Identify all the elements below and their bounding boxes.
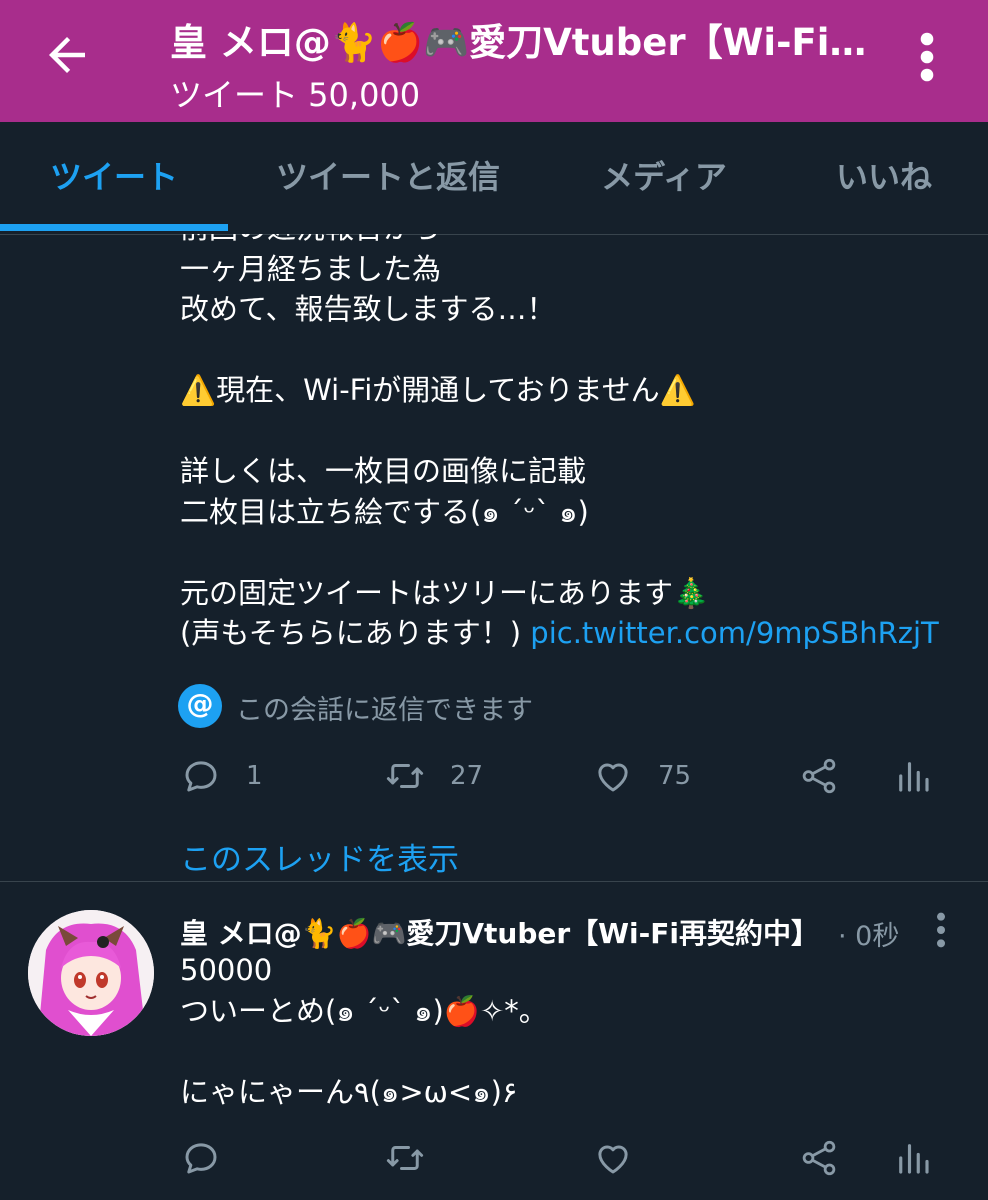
tweet-text: 前回の近況報告から 一ヶ月経ちました為 改めて、報告致しまする…！ ⚠️現在、W… bbox=[180, 234, 970, 654]
page-title: 皇 メロ@🐈🍎🎮愛刀Vtuber【Wi-Fi再契約中】 bbox=[170, 21, 890, 64]
tweet-media-link[interactable]: pic.twitter.com/9mpSBhRzjT bbox=[530, 616, 938, 650]
reply-count: 1 bbox=[246, 761, 263, 791]
like-button[interactable]: 75 bbox=[592, 746, 691, 806]
show-thread-link[interactable]: このスレッドを表示 bbox=[180, 834, 459, 879]
avatar[interactable] bbox=[28, 910, 154, 1036]
tweet-actions: 1 27 75 bbox=[0, 746, 988, 806]
reply-icon bbox=[185, 1143, 217, 1174]
retweet-count: 27 bbox=[450, 761, 484, 791]
retweet-icon bbox=[386, 1146, 424, 1170]
tweet-actions bbox=[0, 1128, 988, 1188]
app-header: 皇 メロ@🐈🍎🎮愛刀Vtuber【Wi-Fi再契約中】 ツイート 50,000 bbox=[0, 0, 988, 122]
tab-tweets-and-replies[interactable]: ツイートと返信 bbox=[228, 122, 548, 232]
back-arrow-icon[interactable] bbox=[40, 28, 94, 82]
retweet-icon bbox=[386, 764, 424, 788]
share-icon bbox=[802, 1140, 836, 1176]
timeline[interactable]: 前回の近況報告から 一ヶ月経ちました為 改めて、報告致しまする…！ ⚠️現在、W… bbox=[0, 234, 988, 1200]
avatar-image bbox=[28, 910, 154, 1036]
like-button[interactable] bbox=[592, 1128, 634, 1188]
tweet-body: 前回の近況報告から 一ヶ月経ちました為 改めて、報告致しまする…！ ⚠️現在、W… bbox=[180, 234, 710, 650]
reply-permission-text: この会話に返信できます bbox=[236, 695, 533, 726]
share-button[interactable] bbox=[798, 746, 840, 806]
reply-icon bbox=[185, 761, 217, 792]
reply-button[interactable]: 1 bbox=[180, 746, 263, 806]
more-vert-icon[interactable] bbox=[912, 30, 942, 84]
tweet-timestamp[interactable]: · 0秒 bbox=[838, 914, 899, 953]
tweet-more-icon[interactable] bbox=[930, 910, 952, 950]
at-mention-icon: @ bbox=[178, 684, 222, 728]
reply-button[interactable] bbox=[180, 1128, 222, 1188]
retweet-button[interactable] bbox=[384, 1128, 426, 1188]
tweet-divider bbox=[0, 881, 988, 882]
tweet-count: ツイート 50,000 bbox=[170, 76, 421, 114]
tweet-text: 50000 ついーとめ(๑ ´ᵕ` ๑)🍎✧*。 にゃにゃーん٩(๑>ω<๑)۶ bbox=[180, 953, 548, 1109]
share-icon bbox=[802, 758, 836, 794]
tweet-author-name[interactable]: 皇 メロ@🐈🍎🎮愛刀Vtuber【Wi-Fi再契約中】 bbox=[180, 912, 830, 952]
analytics-button[interactable] bbox=[892, 746, 934, 806]
like-icon bbox=[598, 1145, 628, 1174]
retweet-button[interactable]: 27 bbox=[384, 746, 483, 806]
like-icon bbox=[598, 763, 628, 792]
profile-tabs: ツイート ツイートと返信 メディア いいね bbox=[0, 122, 988, 235]
share-button[interactable] bbox=[798, 1128, 840, 1188]
tab-media[interactable]: メディア bbox=[548, 122, 780, 232]
active-tab-indicator bbox=[0, 224, 228, 231]
analytics-button[interactable] bbox=[892, 1128, 934, 1188]
tab-likes[interactable]: いいね bbox=[780, 122, 988, 232]
tab-tweets[interactable]: ツイート bbox=[0, 122, 228, 232]
analytics-icon bbox=[899, 762, 929, 792]
analytics-icon bbox=[899, 1144, 929, 1174]
like-count: 75 bbox=[658, 761, 692, 791]
